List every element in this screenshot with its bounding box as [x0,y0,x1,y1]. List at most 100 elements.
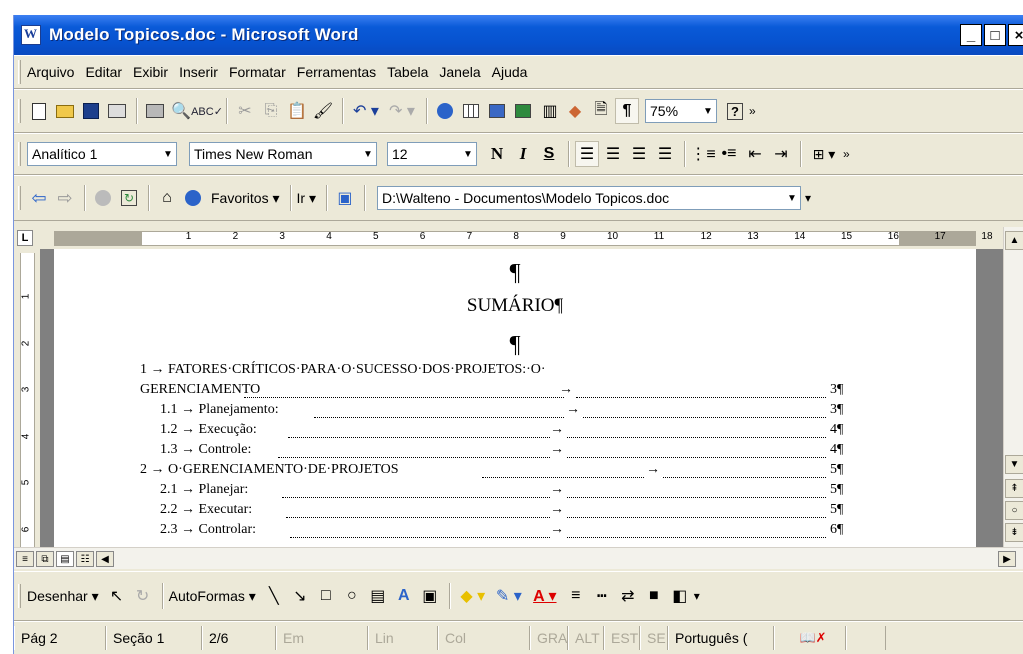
toolbar-overflow-icon[interactable]: » [843,147,850,161]
align-right-button[interactable]: ☰ [627,141,651,167]
text-box-button[interactable]: ▤ [366,583,390,609]
status-ext[interactable]: EST [604,626,640,650]
horizontal-ruler[interactable]: 1 2 3 4 5 6 7 8 9 10 11 12 13 14 15 16 17 18 [54,231,993,246]
arrow-button[interactable]: ↘ [288,583,312,609]
status-rec[interactable]: GRA [530,626,568,650]
scroll-up-button[interactable]: ▲ [1005,231,1023,250]
scroll-left-button[interactable]: ◀ [96,551,114,567]
status-trk[interactable]: ALT [568,626,604,650]
justify-button[interactable]: ☰ [653,141,677,167]
free-rotate-button[interactable]: ↻ [131,583,155,609]
vertical-scrollbar[interactable]: ▲ ▼ ⇞ ○ ⇟ [1003,227,1023,547]
forward-button[interactable]: ⇨ [53,185,77,211]
undo-button[interactable]: ↶ ▾ [349,98,383,124]
menu-ferramentas[interactable]: Ferramentas [297,64,376,80]
menu-tabela[interactable]: Tabela [387,64,428,80]
outline-view-button[interactable]: ☷ [76,551,94,567]
line-color-button[interactable]: ✎ ▾ [492,583,526,609]
spelling-status-icon[interactable]: 📖✗ [774,626,846,650]
hyperlink-button[interactable] [433,98,457,124]
tab-selector[interactable]: L [17,230,33,246]
bold-button[interactable]: N [485,141,509,167]
arrow-style-button[interactable]: ⇄ [616,583,640,609]
columns-button[interactable]: ▥ [537,98,561,124]
stop-button[interactable] [91,185,115,211]
search-web-button[interactable] [181,185,205,211]
home-button[interactable]: ⌂ [155,185,179,211]
fill-color-button[interactable]: ◆ ▾ [456,583,490,609]
cut-button[interactable]: ✂ [233,98,257,124]
permission-button[interactable] [105,98,129,124]
scroll-down-button[interactable]: ▼ [1005,455,1023,474]
shadow-button[interactable]: ■ [642,583,666,609]
style-combo[interactable]: Analítico 1 ▼ [27,142,177,166]
title-bar[interactable]: Modelo Topicos.doc - Microsoft Word _ □ … [14,15,1023,55]
menu-formatar[interactable]: Formatar [229,64,286,80]
web-layout-button[interactable]: ⧉ [36,551,54,567]
tables-borders-button[interactable] [459,98,483,124]
horizontal-scrollbar[interactable]: ≡ ⧉ ▤ ☷ ◀ ▶ [14,547,1023,569]
redo-button[interactable]: ↷ ▾ [385,98,419,124]
scroll-right-button[interactable]: ▶ [998,551,1016,567]
document-page[interactable]: ¶ SUMÁRIO¶ ¶ 1 → FATORES·CRÍTICOS·PARA·O… [54,249,976,547]
line-button[interactable]: ╲ [262,583,286,609]
borders-button[interactable]: ⊞ ▾ [807,141,841,167]
align-left-button[interactable]: ☰ [575,141,599,167]
menu-inserir[interactable]: Inserir [179,64,218,80]
autoshapes-menu[interactable]: AutoFormas ▾ [169,588,256,605]
menu-arquivo[interactable]: Arquivo [27,64,74,80]
help-button[interactable]: ? [723,98,747,124]
open-button[interactable] [53,98,77,124]
bullets-button[interactable]: •≡ [717,141,741,167]
next-page-button[interactable]: ⇟ [1005,523,1023,542]
decrease-indent-button[interactable]: ⇤ [743,141,767,167]
select-objects-button[interactable]: ↖ [105,583,129,609]
print-preview-button[interactable]: 🔍 [169,98,193,124]
increase-indent-button[interactable]: ⇥ [769,141,793,167]
word-app-icon[interactable] [21,25,41,45]
menu-ajuda[interactable]: Ajuda [492,64,528,80]
toolbar-overflow-icon[interactable]: » [749,104,756,118]
close-button[interactable]: × [1008,24,1023,46]
font-combo[interactable]: Times New Roman ▼ [189,142,377,166]
dash-style-button[interactable]: ┅ [590,583,614,609]
rectangle-button[interactable]: □ [314,583,338,609]
insert-excel-button[interactable] [511,98,535,124]
minimize-button[interactable]: _ [960,24,982,46]
font-color-button[interactable]: A ▾ [528,583,562,609]
align-center-button[interactable]: ☰ [601,141,625,167]
3d-button[interactable]: ◧ [668,583,692,609]
underline-button[interactable]: S [537,141,561,167]
status-ovr[interactable]: SE [640,626,668,650]
go-menu[interactable]: Ir ▾ [297,190,316,207]
copy-button[interactable]: ⎘ [259,98,283,124]
show-hide-button[interactable]: ¶ [615,98,639,124]
print-layout-button[interactable]: ▤ [56,551,74,567]
menu-editar[interactable]: Editar [85,64,122,80]
italic-button[interactable]: I [511,141,535,167]
format-painter-button[interactable]: 🖌 [311,98,335,124]
menu-exibir[interactable]: Exibir [133,64,168,80]
toolbar-options-icon[interactable]: ▾ [805,191,811,205]
print-button[interactable] [143,98,167,124]
numbering-button[interactable]: ⋮≡ [690,141,715,167]
favorites-menu[interactable]: Favoritos ▾ [211,190,280,207]
back-button[interactable]: ⇦ [27,185,51,211]
font-size-combo[interactable]: 12 ▼ [387,142,477,166]
draw-menu[interactable]: Desenhar ▾ [27,588,99,605]
vertical-ruler[interactable]: 1 2 3 4 5 6 [20,253,35,549]
zoom-combo[interactable]: 75% ▼ [645,99,717,123]
clip-art-button[interactable]: ▣ [418,583,442,609]
wordart-button[interactable]: A [392,583,416,609]
previous-page-button[interactable]: ⇞ [1005,479,1023,498]
oval-button[interactable]: ○ [340,583,364,609]
select-browse-object-button[interactable]: ○ [1005,501,1023,520]
toolbar-options-icon[interactable]: ▾ [694,589,700,603]
refresh-button[interactable]: ↻ [117,185,141,211]
show-web-toolbar-button[interactable]: ▣ [333,185,357,211]
status-language[interactable]: Português ( [668,626,774,650]
menu-janela[interactable]: Janela [439,64,480,80]
line-style-button[interactable]: ≡ [564,583,588,609]
normal-view-button[interactable]: ≡ [16,551,34,567]
maximize-button[interactable]: □ [984,24,1006,46]
